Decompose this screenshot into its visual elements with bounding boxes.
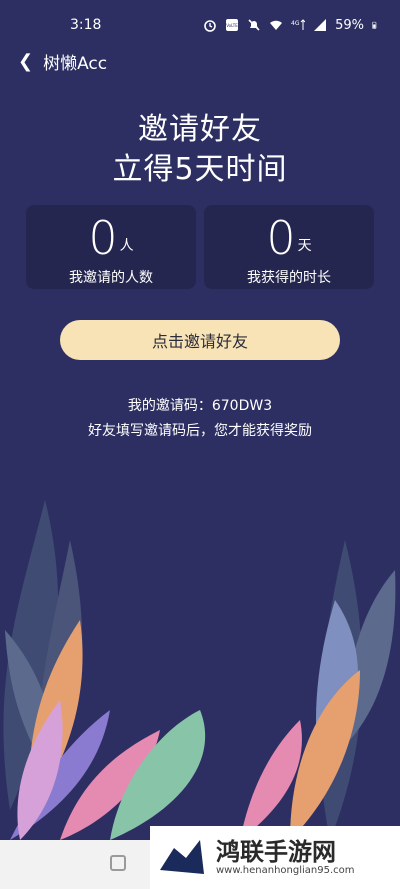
page-title: 树懒Acc (43, 53, 108, 74)
stats-cards: 0 人 我邀请的人数 0 天 我获得的时长 (26, 205, 374, 289)
4g-icon: 4G (291, 19, 306, 30)
bird-logo-icon (154, 829, 210, 886)
stat-label: 我邀请的人数 (69, 270, 153, 286)
invite-code: 我的邀请码：670DW3 (127, 398, 273, 414)
watermark-url: www.henanhonglian95.com (216, 865, 355, 876)
wifi-icon (270, 20, 283, 30)
stat-value: 0 (266, 211, 296, 265)
headline-line2: 立得5天时间 (112, 152, 288, 187)
stat-unit: 天 (297, 238, 312, 254)
mute-icon (248, 19, 260, 31)
svg-text:VoLTE: VoLTE (226, 23, 238, 28)
stat-card-invited: 0 人 我邀请的人数 (26, 205, 196, 289)
headline: 邀请好友 立得5天时间 (0, 110, 400, 190)
volte-icon: VoLTE (226, 19, 238, 31)
status-bar: 3:18 VoLTE 4G 59% (0, 0, 400, 50)
invite-friends-button[interactable]: 点击邀请好友 (60, 320, 340, 360)
top-nav: ❮ 树懒Acc (0, 45, 400, 77)
status-icons: VoLTE 4G 59% (203, 18, 380, 33)
chevron-left-icon[interactable]: ❮ (18, 51, 33, 72)
status-time: 3:18 (70, 17, 102, 33)
watermark: 鸿联手游网 www.henanhonglian95.com (150, 826, 400, 889)
leaves-illustration (3, 500, 396, 840)
battery-icon (372, 21, 377, 29)
stat-value: 0 (88, 211, 118, 265)
stat-label: 我获得的时长 (247, 270, 331, 286)
svg-text:4G: 4G (291, 20, 300, 27)
battery-percent: 59% (335, 17, 364, 33)
recent-apps-button[interactable] (110, 855, 126, 871)
stat-card-earned: 0 天 我获得的时长 (204, 205, 374, 289)
headline-line1: 邀请好友 (138, 112, 262, 147)
stat-unit: 人 (119, 238, 134, 254)
alarm-icon (204, 20, 216, 32)
signal-icon (314, 19, 327, 31)
invite-hint: 好友填写邀请码后，您才能获得奖励 (88, 423, 312, 439)
watermark-text: 鸿联手游网 (216, 838, 336, 866)
